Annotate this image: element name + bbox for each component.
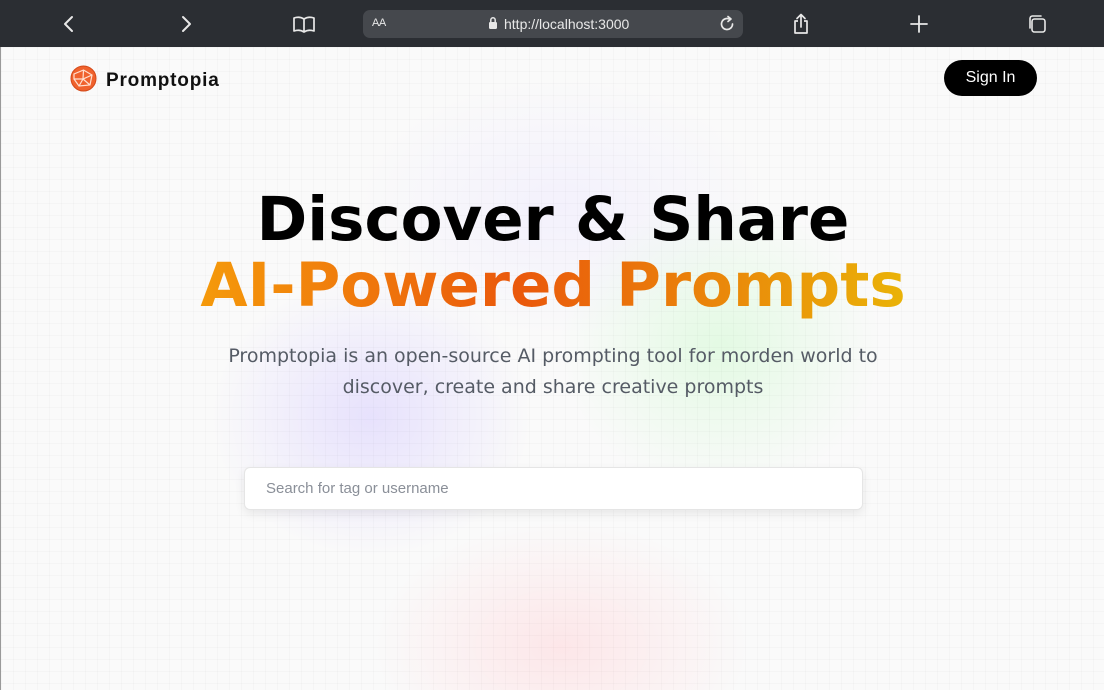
search-input[interactable] bbox=[244, 467, 863, 510]
browser-toolbar: AA http://localhost:3000 bbox=[0, 0, 1104, 47]
promptopia-logo-icon bbox=[70, 65, 97, 96]
forward-icon[interactable] bbox=[171, 9, 201, 39]
url-text[interactable]: http://localhost:3000 bbox=[504, 16, 629, 32]
hero-description: Promptopia is an open-source AI promptin… bbox=[228, 345, 878, 398]
hero-highlight: AI-Powered Prompts bbox=[200, 250, 906, 321]
lock-icon bbox=[488, 16, 498, 33]
hero-section: Discover & Share AI-Powered Prompts Prom… bbox=[1, 187, 1104, 403]
brand-name: Promptopia bbox=[106, 69, 220, 91]
share-icon[interactable] bbox=[786, 9, 816, 39]
sign-in-button[interactable]: Sign In bbox=[944, 60, 1037, 96]
reader-text-size-button[interactable]: AA bbox=[372, 17, 386, 29]
address-bar[interactable]: AA http://localhost:3000 bbox=[363, 10, 743, 38]
book-icon[interactable] bbox=[289, 9, 319, 39]
back-icon[interactable] bbox=[54, 9, 84, 39]
hero-headline: Discover & Share bbox=[256, 184, 850, 255]
tabs-icon[interactable] bbox=[1022, 9, 1052, 39]
page: Promptopia Sign In Discover & Share AI-P… bbox=[0, 47, 1104, 690]
plus-icon[interactable] bbox=[904, 9, 934, 39]
brand-logo-link[interactable]: Promptopia bbox=[70, 65, 220, 96]
reload-icon[interactable] bbox=[717, 14, 737, 37]
